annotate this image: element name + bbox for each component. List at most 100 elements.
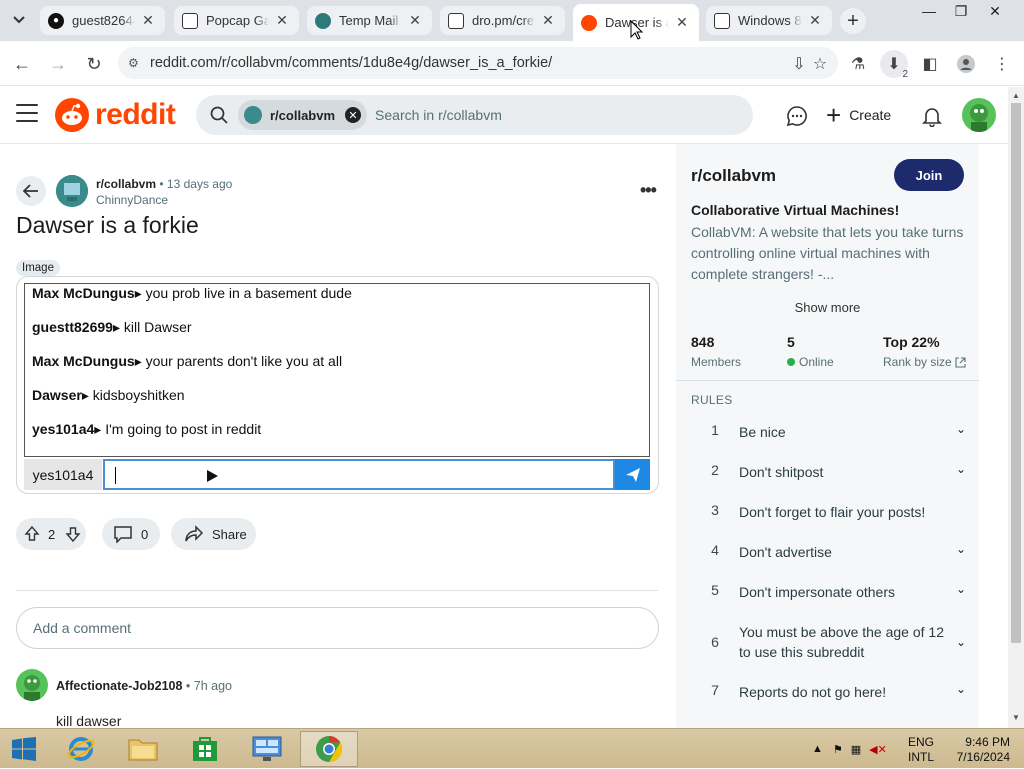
downloads-button[interactable]: ⬇ 2: [880, 50, 908, 80]
url-text: reddit.com/r/collabvm/comments/1du8e4g/d…: [150, 55, 553, 71]
action-center-flag-icon[interactable]: ⚑: [833, 743, 843, 756]
forward-button[interactable]: →: [44, 50, 72, 78]
upvote-icon[interactable]: [24, 526, 40, 542]
browser-tab[interactable]: Windows 8 ✕: [706, 6, 832, 35]
rule-item[interactable]: 1 Be nice ⌄: [691, 422, 971, 442]
join-button[interactable]: Join: [894, 159, 964, 191]
sidebar-description: CollabVM: A website that lets you take t…: [691, 224, 964, 282]
restore-button[interactable]: ❐: [946, 0, 976, 22]
close-tab-icon[interactable]: ✕: [139, 12, 157, 30]
start-button[interactable]: [0, 731, 48, 767]
system-tray: ▲ ⚑ ▦ ◀✕: [812, 729, 895, 769]
subreddit-filter-chip[interactable]: r/collabvm ✕: [238, 100, 368, 130]
share-button[interactable]: Share: [171, 518, 256, 550]
network-icon[interactable]: ▦: [851, 743, 861, 756]
comments-button[interactable]: 0: [102, 518, 160, 550]
close-tab-icon[interactable]: ✕: [273, 12, 291, 30]
scroll-down-icon[interactable]: ▼: [1012, 713, 1020, 722]
search-input[interactable]: Search in r/collabvm: [375, 107, 502, 123]
minimize-icon: —: [922, 3, 936, 19]
download-icon: ⬇: [887, 56, 901, 73]
flask-icon[interactable]: ⚗: [846, 52, 870, 76]
input-language[interactable]: ENG INTL: [908, 735, 934, 765]
profile-icon[interactable]: [954, 52, 978, 76]
divider: [16, 590, 658, 591]
bookmark-star-icon[interactable]: ☆: [808, 52, 832, 76]
subreddit-avatar[interactable]: [56, 175, 88, 207]
rule-item[interactable]: 5 Don't impersonate others ⌄: [691, 582, 971, 602]
rule-item[interactable]: 4 Don't advertise ⌄: [691, 542, 971, 562]
rule-item[interactable]: 7 Reports do not go here! ⌄: [691, 682, 971, 702]
chat-input: [103, 459, 615, 490]
scroll-up-icon[interactable]: ▲: [1012, 91, 1020, 100]
tab-search-button[interactable]: [6, 8, 32, 32]
arrow-left-icon: [23, 184, 38, 198]
scrollbar-thumb[interactable]: [1011, 103, 1021, 643]
chat-icon[interactable]: [784, 103, 810, 129]
create-post-button[interactable]: + Create: [826, 99, 891, 131]
back-button[interactable]: ←: [8, 50, 36, 78]
chat-line: Max McDungus▸ your parents don't like yo…: [32, 353, 343, 369]
more-options-icon[interactable]: •••: [640, 180, 657, 201]
browser-tab[interactable]: ● guest82644 ✕: [40, 6, 165, 35]
comment-author[interactable]: Affectionate-Job2108: [56, 679, 182, 693]
stat-rank: Top 22% Rank by size: [883, 334, 966, 369]
sidebar-divider: [676, 380, 979, 381]
taskbar-store[interactable]: [176, 731, 234, 767]
close-tab-icon[interactable]: ✕: [673, 14, 691, 32]
page-scrollbar[interactable]: ▲ ▼: [1008, 87, 1024, 728]
taskbar-chrome[interactable]: [300, 731, 358, 767]
reddit-logo[interactable]: reddit: [55, 98, 176, 132]
sidebar-subreddit-name[interactable]: r/collabvm: [691, 166, 776, 186]
address-bar[interactable]: ⚙ reddit.com/r/collabvm/comments/1du8e4g…: [118, 47, 838, 79]
rule-item[interactable]: 3 Don't forget to flair your posts!: [691, 502, 971, 522]
show-hidden-icons-icon[interactable]: ▲: [812, 743, 823, 755]
downvote-icon[interactable]: [65, 526, 81, 542]
notifications-bell-icon[interactable]: [919, 103, 945, 129]
close-tab-icon[interactable]: ✕: [406, 12, 424, 30]
side-panel-icon[interactable]: ◧: [918, 52, 942, 76]
show-more-button[interactable]: Show more: [676, 300, 979, 315]
volume-muted-icon[interactable]: ◀✕: [869, 743, 887, 756]
rule-item[interactable]: 2 Don't shitpost ⌄: [691, 462, 971, 482]
clock[interactable]: 9:46 PM 7/16/2024: [950, 735, 1010, 765]
post-author[interactable]: ChinnyDance: [96, 193, 168, 207]
browser-tab[interactable]: dro.pm/create ✕: [440, 6, 565, 35]
close-tab-icon[interactable]: ✕: [806, 12, 824, 30]
subreddit-sidebar: r/collabvm Join Collaborative Virtual Ma…: [676, 144, 979, 728]
chat-line: Max McDungus▸ you prob live in a basemen…: [32, 285, 352, 301]
plus-icon: +: [847, 9, 859, 32]
close-icon: ✕: [989, 2, 1001, 19]
user-avatar[interactable]: [962, 98, 996, 132]
post-image[interactable]: Max McDungus▸ you prob live in a basemen…: [16, 276, 659, 494]
sidebar-headline: Collaborative Virtual Machines!: [691, 202, 900, 218]
add-comment-input[interactable]: Add a comment: [16, 607, 659, 649]
file-icon: [182, 12, 198, 29]
comment-meta: Affectionate-Job2108 • 7h ago: [56, 679, 232, 693]
close-window-button[interactable]: ✕: [980, 0, 1010, 22]
post-flair[interactable]: Image: [16, 260, 60, 276]
minimize-button[interactable]: —: [914, 0, 944, 22]
reload-button[interactable]: ↻: [80, 50, 108, 78]
windows-taskbar: ▲ ⚑ ▦ ◀✕ ENG INTL 9:46 PM 7/16/2024: [0, 728, 1024, 768]
comment-avatar[interactable]: [16, 669, 48, 701]
menu-kebab-icon[interactable]: ⋮: [990, 52, 1014, 76]
comment-icon: [114, 526, 132, 543]
send-icon: [625, 467, 640, 482]
hamburger-menu-icon[interactable]: [16, 104, 38, 124]
clear-chip-icon[interactable]: ✕: [345, 107, 362, 123]
new-tab-button[interactable]: +: [840, 8, 866, 34]
search-bar[interactable]: r/collabvm ✕ Search in r/collabvm: [196, 95, 753, 135]
post-age: • 13 days ago: [159, 177, 233, 191]
taskbar-file-explorer[interactable]: [114, 731, 172, 767]
chevron-down-icon: ⌄: [955, 582, 967, 596]
taskbar-ie[interactable]: [52, 731, 110, 767]
browser-tab[interactable]: Temp Mail ✕: [307, 6, 432, 35]
subreddit-link[interactable]: r/collabvm: [96, 177, 156, 191]
browser-tab[interactable]: Popcap Games ✕: [174, 6, 299, 35]
back-button[interactable]: [16, 176, 46, 206]
stat-members: 848 Members: [691, 334, 742, 369]
rule-item[interactable]: 6 You must be above the age of 12 to use …: [691, 622, 971, 662]
taskbar-remote-desktop[interactable]: [238, 731, 296, 767]
close-tab-icon[interactable]: ✕: [539, 12, 557, 30]
